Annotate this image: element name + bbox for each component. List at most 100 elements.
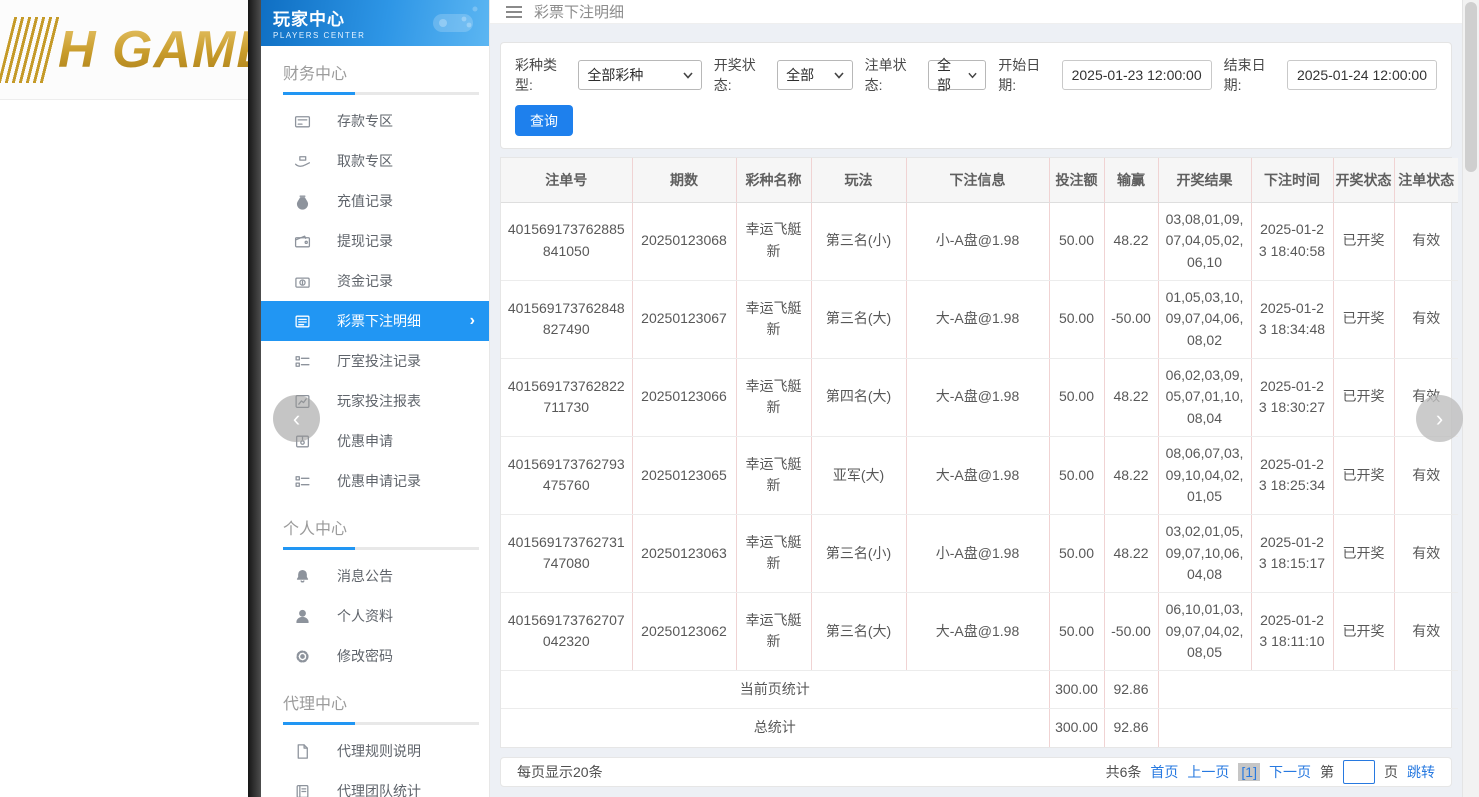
cell-info: 小-A盘@1.98: [906, 514, 1049, 592]
cell-time: 2025-01-23 18:11:10: [1251, 592, 1333, 670]
table-row: 401569173762885841050 20250123068 幸运飞艇新 …: [501, 202, 1458, 280]
brand-logo: H GAME: [6, 17, 248, 83]
lottery-type-value: 全部彩种: [587, 65, 643, 85]
cell-draw-status: 已开奖: [1333, 436, 1394, 514]
topbar: 彩票下注明细: [490, 0, 1462, 24]
cell-amount: 50.00: [1049, 358, 1104, 436]
cell-time: 2025-01-23 18:25:34: [1251, 436, 1333, 514]
col-winloss: 输赢: [1104, 158, 1158, 202]
cell-winloss: 48.22: [1104, 358, 1158, 436]
cell-amount: 50.00: [1049, 280, 1104, 358]
cell-result: 08,06,07,03,09,10,04,02,01,05: [1158, 436, 1251, 514]
cell-result: 03,02,01,05,09,07,10,06,04,08: [1158, 514, 1251, 592]
col-bet-id: 注单号: [501, 158, 632, 202]
per-page-label: 每页显示20条: [517, 762, 603, 782]
page-jump-input[interactable]: [1343, 760, 1375, 784]
sidebar-item-label: 优惠申请记录: [337, 471, 421, 491]
jump-suffix-label: 页: [1384, 762, 1398, 782]
sidebar-item-agent-rules[interactable]: 代理规则说明: [261, 731, 489, 771]
draw-status-select[interactable]: 全部: [777, 60, 852, 90]
summary-empty: [1158, 709, 1458, 747]
prev-page-link[interactable]: 上一页: [1187, 762, 1229, 782]
section-underline: [283, 722, 479, 725]
logo-bars-icon: [0, 17, 60, 83]
sidebar-item-withdraw[interactable]: 取款专区: [261, 141, 489, 181]
end-date-input[interactable]: [1287, 60, 1437, 90]
sidebar-item-deposit[interactable]: 存款专区: [261, 101, 489, 141]
cell-result: 06,10,01,03,09,07,04,02,08,05: [1158, 592, 1251, 670]
cell-play: 第三名(小): [811, 202, 906, 280]
menu-toggle-icon[interactable]: [506, 6, 522, 18]
chevron-down-icon: [683, 72, 693, 79]
cell-draw-status: 已开奖: [1333, 358, 1394, 436]
table-row: 401569173762793475760 20250123065 幸运飞艇新 …: [501, 436, 1458, 514]
cell-info: 大-A盘@1.98: [906, 436, 1049, 514]
cell-draw-status: 已开奖: [1333, 592, 1394, 670]
col-bet-status: 注单状态: [1394, 158, 1458, 202]
cell-bet-id: 401569173762822711730: [501, 358, 632, 436]
sidebar-item-agent-team-stats[interactable]: 代理团队统计: [261, 771, 489, 797]
sidebar-item-recharge-record[interactable]: 充值记录: [261, 181, 489, 221]
sidebar-item-hall-bet-records[interactable]: 厅室投注记录: [261, 341, 489, 381]
sidebar-item-label: 代理团队统计: [337, 781, 421, 797]
end-date-label: 结束日期:: [1224, 55, 1281, 95]
bet-status-value: 全部: [937, 55, 962, 95]
sidebar-item-withdraw-record[interactable]: 提现记录: [261, 221, 489, 261]
search-button[interactable]: 查询: [515, 105, 573, 136]
chevron-right-icon: ›: [470, 312, 475, 330]
gamepad-icon: [423, 4, 481, 42]
chevron-left-icon: ‹: [293, 408, 300, 430]
panel-expand-button[interactable]: ›: [1416, 395, 1463, 442]
jump-button[interactable]: 跳转: [1407, 762, 1435, 782]
cell-period: 20250123062: [632, 592, 736, 670]
document-icon: [293, 742, 311, 760]
sidebar-item-messages[interactable]: 消息公告: [261, 556, 489, 596]
first-page-link[interactable]: 首页: [1150, 762, 1178, 782]
records-list-icon: [293, 472, 311, 490]
total-count: 共6条: [1106, 762, 1142, 782]
cell-info: 大-A盘@1.98: [906, 280, 1049, 358]
sidebar-item-lottery-bet-details[interactable]: 彩票下注明细 ›: [261, 301, 489, 341]
cell-bet-id: 401569173762731747080: [501, 514, 632, 592]
cell-lottery: 幸运飞艇新: [736, 202, 811, 280]
table-row: 401569173762822711730 20250123066 幸运飞艇新 …: [501, 358, 1458, 436]
chevron-right-icon: ›: [1436, 408, 1443, 430]
sidebar-item-label: 资金记录: [337, 271, 393, 291]
cell-lottery: 幸运飞艇新: [736, 280, 811, 358]
cell-result: 06,02,03,09,05,07,01,10,08,04: [1158, 358, 1251, 436]
sidebar-header: 玩家中心 PLAYERS CENTER: [261, 0, 489, 46]
vertical-scrollbar[interactable]: [1462, 0, 1479, 797]
records-list-icon: [293, 352, 311, 370]
app-window: H GAME 玩家中心 PLAYERS CENTER 财务中心 存款专区: [0, 0, 1479, 797]
sidebar-item-funds-record[interactable]: 资金记录: [261, 261, 489, 301]
cell-info: 小-A盘@1.98: [906, 202, 1049, 280]
total-summary-row: 总统计 300.00 92.86: [501, 709, 1458, 747]
table-header-row: 注单号 期数 彩种名称 玩法 下注信息 投注额 输赢 开奖结果 下注时间 开奖状…: [501, 158, 1458, 202]
cell-draw-status: 已开奖: [1333, 280, 1394, 358]
sidebar-item-change-password[interactable]: 修改密码: [261, 636, 489, 676]
sidebar-collapse-button[interactable]: ‹: [273, 395, 320, 442]
cell-play: 第四名(大): [811, 358, 906, 436]
cell-play: 第三名(大): [811, 592, 906, 670]
start-date-input[interactable]: [1062, 60, 1212, 90]
col-draw-result: 开奖结果: [1158, 158, 1251, 202]
person-icon: [293, 607, 311, 625]
scrollbar-thumb[interactable]: [1465, 2, 1477, 172]
sidebar-item-promo-apply-records[interactable]: 优惠申请记录: [261, 461, 489, 501]
cell-result: 03,08,01,09,07,04,05,02,06,10: [1158, 202, 1251, 280]
start-date-label: 开始日期:: [998, 55, 1055, 95]
cell-winloss: 48.22: [1104, 514, 1158, 592]
summary-amount: 300.00: [1049, 671, 1104, 709]
filter-panel: 彩种类型: 全部彩种 开奖状态: 全部 注单状态: 全部: [500, 42, 1452, 149]
lottery-type-select[interactable]: 全部彩种: [578, 60, 701, 90]
cell-play: 第三名(小): [811, 514, 906, 592]
sidebar-item-profile[interactable]: 个人资料: [261, 596, 489, 636]
cell-result: 01,05,03,10,09,07,04,06,08,02: [1158, 280, 1251, 358]
next-page-link[interactable]: 下一页: [1269, 762, 1311, 782]
bet-status-select[interactable]: 全部: [928, 60, 986, 90]
sidebar-item-label: 优惠申请: [337, 431, 393, 451]
sidebar-item-label: 玩家投注报表: [337, 391, 421, 411]
page-summary-row: 当前页统计 300.00 92.86: [501, 671, 1458, 709]
divider-strip: [248, 0, 261, 797]
summary-label: 当前页统计: [501, 671, 1049, 709]
